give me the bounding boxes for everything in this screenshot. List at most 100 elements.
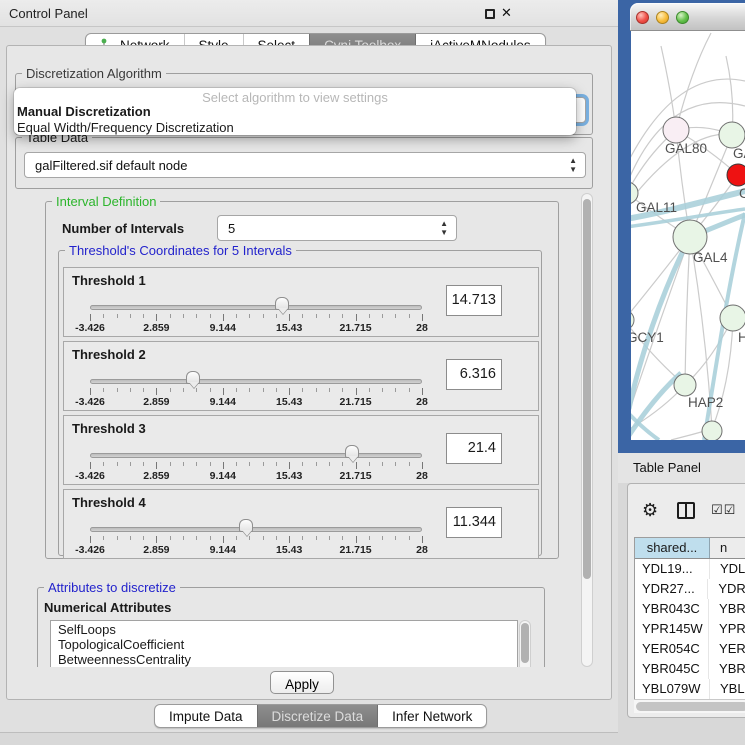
cell-shared-name[interactable]: YPR145W <box>635 619 709 639</box>
cell-name[interactable]: YDR2 <box>708 579 745 599</box>
tab-infer-network[interactable]: Infer Network <box>377 705 486 727</box>
tick-label: 9.144 <box>210 544 236 556</box>
cell-name[interactable]: YDL1 <box>710 559 745 579</box>
tick-mark <box>342 388 343 392</box>
tick-mark <box>276 388 277 392</box>
node-gcy1[interactable] <box>631 310 634 330</box>
tick-mark <box>103 314 104 318</box>
tick-mark <box>117 536 118 540</box>
tick-mark <box>130 536 131 540</box>
network-window-titlebar[interactable] <box>630 3 745 31</box>
table-row[interactable]: YPR145WYPR1 <box>635 619 745 639</box>
node-partial[interactable] <box>702 421 722 440</box>
tick-label: 2.859 <box>143 470 169 482</box>
combobox-spinner-icon[interactable]: ▲▼ <box>569 156 577 174</box>
node-h[interactable] <box>720 305 745 331</box>
threshold-value-field[interactable]: 14.713 <box>446 285 502 316</box>
tick-mark <box>90 462 91 469</box>
tick-mark <box>103 536 104 540</box>
slider-track[interactable] <box>90 453 422 458</box>
tick-mark <box>156 314 157 321</box>
tick-mark <box>170 388 171 392</box>
table-horizontal-scrollbar[interactable] <box>634 699 745 713</box>
cell-name[interactable]: YBR0 <box>709 599 745 619</box>
dropdown-option-manual-discretization[interactable]: Manual Discretization <box>17 104 151 119</box>
float-window-icon[interactable] <box>485 9 495 19</box>
number-of-intervals-combobox[interactable]: 5 ▲▼ <box>217 215 457 241</box>
attribute-list-item[interactable]: BetweennessCentrality <box>51 651 517 666</box>
tick-mark <box>316 462 317 466</box>
zoom-traffic-light-icon[interactable] <box>676 11 689 24</box>
tick-mark <box>422 536 423 543</box>
table-row[interactable]: YBL079WYBL0 <box>635 679 745 699</box>
column-header-name[interactable]: n <box>710 538 745 558</box>
tab-discretize-data[interactable]: Discretize Data <box>257 705 378 727</box>
attribute-list-item[interactable]: SelfLoops <box>51 621 517 636</box>
tick-mark <box>223 462 224 469</box>
cell-name[interactable]: YBL0 <box>710 679 745 699</box>
split-view-icon[interactable] <box>677 502 695 519</box>
scrollbar-thumb[interactable] <box>583 199 591 579</box>
table-data-combobox[interactable]: galFiltered.sif default node ▲▼ <box>24 152 586 178</box>
slider-track[interactable] <box>90 379 422 384</box>
scrollbar-thumb[interactable] <box>636 702 745 711</box>
slider-thumb[interactable] <box>186 371 200 384</box>
close-traffic-light-icon[interactable] <box>636 11 649 24</box>
combobox-spinner-icon[interactable]: ▲▼ <box>440 219 448 237</box>
tab-impute-data[interactable]: Impute Data <box>155 705 257 727</box>
threshold-value-field[interactable]: 21.4 <box>446 433 502 464</box>
cell-shared-name[interactable]: YDR27... <box>635 579 708 599</box>
cell-shared-name[interactable]: YDL19... <box>635 559 710 579</box>
cell-shared-name[interactable]: YER054C <box>635 639 709 659</box>
apply-button[interactable]: Apply <box>270 671 334 694</box>
tick-mark <box>276 536 277 540</box>
tick-mark <box>316 314 317 318</box>
node-hap2[interactable] <box>674 374 696 396</box>
tick-mark <box>117 314 118 318</box>
table-row[interactable]: YDR27...YDR2 <box>635 579 745 599</box>
cell-name[interactable]: YBR0 <box>709 659 745 679</box>
node-ga[interactable] <box>719 122 745 148</box>
attributes-list-scrollbar[interactable] <box>519 620 531 667</box>
tick-mark <box>382 536 383 540</box>
tick-label: -3.426 <box>75 544 105 556</box>
tick-mark <box>276 314 277 318</box>
scrollbar-thumb[interactable] <box>521 623 529 663</box>
minimize-traffic-light-icon[interactable] <box>656 11 669 24</box>
tick-label: 15.43 <box>276 322 302 334</box>
slider-track[interactable] <box>90 305 422 310</box>
cell-name[interactable]: YPR1 <box>709 619 745 639</box>
tick-mark <box>409 536 410 540</box>
slider-thumb[interactable] <box>239 519 253 532</box>
close-icon[interactable]: ✕ <box>501 5 512 21</box>
cell-name[interactable]: YER0 <box>709 639 745 659</box>
table-row[interactable]: YER054CYER0 <box>635 639 745 659</box>
node-gal80[interactable] <box>663 117 689 143</box>
column-header-shared-name[interactable]: shared... <box>635 538 710 558</box>
numerical-attributes-list[interactable]: SelfLoopsTopologicalCoefficientBetweenne… <box>50 620 518 667</box>
slider-track[interactable] <box>90 527 422 532</box>
threshold-value-field[interactable]: 11.344 <box>446 507 502 538</box>
cell-shared-name[interactable]: YBL079W <box>635 679 710 699</box>
tick-mark <box>143 536 144 540</box>
attribute-list-item[interactable]: TopologicalCoefficient <box>51 636 517 651</box>
cyni-toolbox-pane: Discretization Algorithm Table Data galF… <box>6 45 612 700</box>
tick-mark <box>382 462 383 466</box>
column-checkboxes-icon[interactable]: ☑☑ <box>711 502 736 518</box>
table-row[interactable]: YBR043CYBR0 <box>635 599 745 619</box>
slider-thumb[interactable] <box>345 445 359 458</box>
threshold-value-field[interactable]: 6.316 <box>446 359 502 390</box>
table-row[interactable]: YDL19...YDL1 <box>635 559 745 579</box>
node-red-selected[interactable] <box>727 164 745 186</box>
network-canvas[interactable]: GAL80 GA C GAL11 GAL4 GCY1 H HAP2 <box>631 31 745 440</box>
settings-scrollbar[interactable] <box>581 193 593 667</box>
node-gal4[interactable] <box>673 220 707 254</box>
slider-thumb[interactable] <box>275 297 289 310</box>
dropdown-option-equal-width-frequency[interactable]: Equal Width/Frequency Discretization <box>17 120 234 135</box>
cell-shared-name[interactable]: YBR045C <box>635 659 709 679</box>
gear-icon[interactable]: ⚙ <box>642 500 658 521</box>
tick-label: 21.715 <box>340 322 372 334</box>
cell-shared-name[interactable]: YBR043C <box>635 599 709 619</box>
table-row[interactable]: YBR045CYBR0 <box>635 659 745 679</box>
tick-mark <box>302 536 303 540</box>
